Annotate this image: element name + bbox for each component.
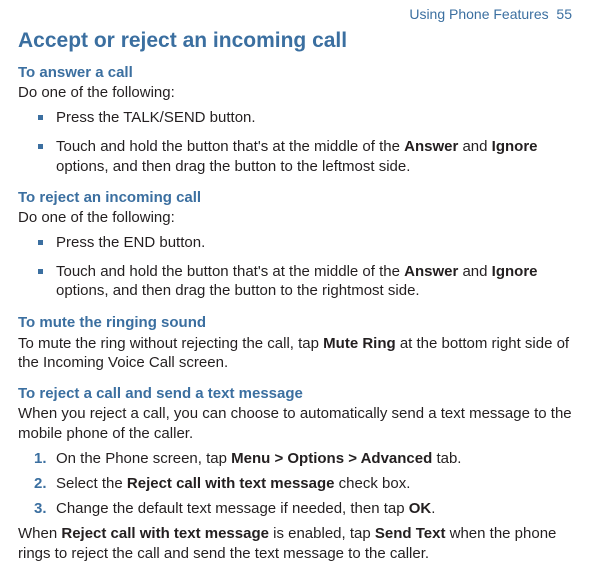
- list-item: 3. Change the default text message if ne…: [18, 499, 572, 518]
- list-item-text: Touch and hold the button that's at the …: [56, 263, 538, 299]
- step-text: Change the default text message if neede…: [56, 500, 435, 517]
- bullet-icon: [38, 115, 43, 120]
- list-item-text: Press the END button.: [56, 234, 205, 251]
- step-text: Select the Reject call with text message…: [56, 475, 410, 492]
- section-answer-intro: Do one of the following:: [18, 83, 572, 102]
- section-textmsg-intro: When you reject a call, you can choose t…: [18, 404, 572, 442]
- list-item: Touch and hold the button that's at the …: [18, 137, 572, 175]
- bullet-icon: [38, 240, 43, 245]
- list-item: 2. Select the Reject call with text mess…: [18, 474, 572, 493]
- section-reject-intro: Do one of the following:: [18, 208, 572, 227]
- section-textmsg-outro: When Reject call with text message is en…: [18, 524, 572, 562]
- page-title: Accept or reject an incoming call: [18, 28, 572, 55]
- list-item: Press the TALK/SEND button.: [18, 108, 572, 127]
- list-item: 1. On the Phone screen, tap Menu > Optio…: [18, 449, 572, 468]
- section-mute-body: To mute the ring without rejecting the c…: [18, 334, 572, 372]
- step-text: On the Phone screen, tap Menu > Options …: [56, 450, 461, 467]
- answer-bullet-list: Press the TALK/SEND button. Touch and ho…: [18, 108, 572, 176]
- breadcrumb: Using Phone Features: [409, 6, 548, 22]
- list-item: Press the END button.: [18, 233, 572, 252]
- list-item-text: Touch and hold the button that's at the …: [56, 138, 538, 174]
- step-number: 2.: [34, 474, 47, 493]
- step-number: 3.: [34, 499, 47, 518]
- step-number: 1.: [34, 449, 47, 468]
- section-heading-mute: To mute the ringing sound: [18, 313, 572, 332]
- section-heading-reject: To reject an incoming call: [18, 188, 572, 207]
- textmsg-steps: 1. On the Phone screen, tap Menu > Optio…: [18, 449, 572, 519]
- list-item-text: Press the TALK/SEND button.: [56, 109, 256, 126]
- bullet-icon: [38, 269, 43, 274]
- section-heading-textmsg: To reject a call and send a text message: [18, 384, 572, 403]
- reject-bullet-list: Press the END button. Touch and hold the…: [18, 233, 572, 301]
- list-item: Touch and hold the button that's at the …: [18, 262, 572, 300]
- page-header: Using Phone Features 55: [18, 6, 572, 24]
- page-number: 55: [556, 6, 572, 22]
- bullet-icon: [38, 144, 43, 149]
- section-heading-answer: To answer a call: [18, 63, 572, 82]
